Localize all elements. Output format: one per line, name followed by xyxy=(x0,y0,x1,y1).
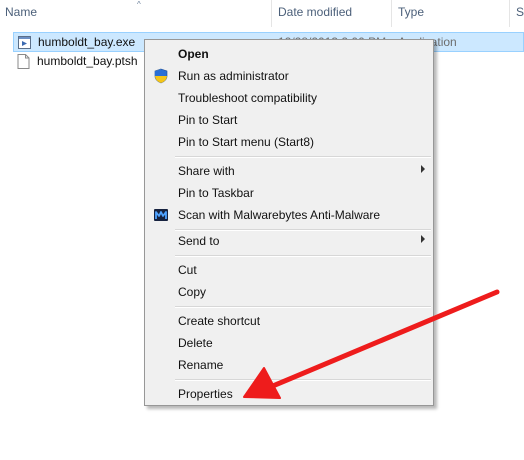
menu-item-label: Pin to Start xyxy=(178,113,238,127)
menu-item-label: Scan with Malwarebytes Anti-Malware xyxy=(178,208,381,222)
menu-item-label: Create shortcut xyxy=(178,314,261,328)
menu-item-label: Troubleshoot compatibility xyxy=(178,91,317,105)
menu-item-rename[interactable]: Rename xyxy=(147,354,431,376)
menu-separator xyxy=(175,156,431,158)
menu-separator xyxy=(175,255,431,257)
column-size-header[interactable]: S xyxy=(516,5,524,19)
menu-item-label: Rename xyxy=(178,358,224,372)
menu-item-copy[interactable]: Copy xyxy=(147,281,431,303)
context-menu: Open Run as administrator Troubleshoot c… xyxy=(144,39,434,406)
exe-file-icon xyxy=(18,36,31,49)
menu-separator xyxy=(175,306,431,308)
menu-item-pin-to-start[interactable]: Pin to Start xyxy=(147,109,431,131)
menu-item-run-as-administrator[interactable]: Run as administrator xyxy=(147,65,431,87)
menu-item-scan-malwarebytes[interactable]: Scan with Malwarebytes Anti-Malware xyxy=(147,204,431,226)
menu-item-open[interactable]: Open xyxy=(147,43,431,65)
menu-item-cut[interactable]: Cut xyxy=(147,259,431,281)
menu-item-label: Properties xyxy=(178,387,233,401)
menu-item-pin-to-start-menu[interactable]: Pin to Start menu (Start8) xyxy=(147,131,431,153)
menu-item-label: Pin to Taskbar xyxy=(178,186,254,200)
menu-item-pin-to-taskbar[interactable]: Pin to Taskbar xyxy=(147,182,431,204)
menu-item-label: Cut xyxy=(178,263,197,277)
menu-item-label: Copy xyxy=(178,285,207,299)
menu-item-send-to[interactable]: Send to xyxy=(147,230,431,252)
column-date-modified-header[interactable]: Date modified xyxy=(278,5,352,19)
file-name: humboldt_bay.exe xyxy=(38,35,136,49)
column-divider[interactable] xyxy=(391,0,392,27)
menu-item-troubleshoot-compatibility[interactable]: Troubleshoot compatibility xyxy=(147,87,431,109)
column-name-header[interactable]: Name xyxy=(5,5,37,19)
column-divider[interactable] xyxy=(271,0,272,27)
menu-item-label: Send to xyxy=(178,234,220,248)
malwarebytes-icon xyxy=(154,209,168,221)
submenu-arrow-icon xyxy=(421,165,425,173)
submenu-arrow-icon xyxy=(421,235,425,243)
menu-item-label: Open xyxy=(178,47,209,61)
menu-item-label: Share with xyxy=(178,164,235,178)
menu-item-label: Run as administrator xyxy=(178,69,289,83)
column-type-header[interactable]: Type xyxy=(398,5,424,19)
uac-shield-icon xyxy=(154,68,168,84)
document-file-icon xyxy=(17,54,30,69)
menu-item-label: Pin to Start menu (Start8) xyxy=(178,135,315,149)
column-header: Name ^ Date modified Type S xyxy=(0,0,524,27)
menu-item-delete[interactable]: Delete xyxy=(147,332,431,354)
sort-ascending-icon: ^ xyxy=(137,0,141,9)
menu-item-label: Delete xyxy=(178,336,213,350)
file-name: humboldt_bay.ptsh xyxy=(37,54,138,68)
menu-separator xyxy=(175,379,431,381)
menu-item-properties[interactable]: Properties xyxy=(147,383,431,405)
menu-item-create-shortcut[interactable]: Create shortcut xyxy=(147,310,431,332)
column-divider[interactable] xyxy=(509,0,510,27)
menu-item-share-with[interactable]: Share with xyxy=(147,160,431,182)
